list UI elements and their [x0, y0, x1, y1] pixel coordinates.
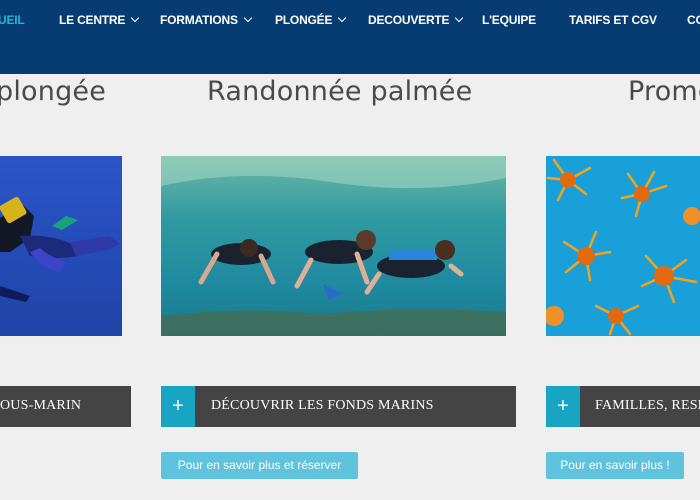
main-navigation: UEIL LE CENTRE FORMATIONS PLONGÉE DECOUV… — [0, 0, 700, 74]
card-title-plongee: plongée — [0, 76, 107, 107]
snorkelers-image[interactable] — [161, 156, 506, 336]
card-bar-randonnee-palmee[interactable]: + DÉCOUVRIR LES FONDS MARINS — [161, 386, 516, 427]
nav-item-label: DECOUVERTE — [368, 13, 450, 27]
plus-icon[interactable]: + — [546, 386, 580, 427]
nav-item-le-centre[interactable]: LE CENTRE — [59, 13, 140, 27]
chevron-down-icon — [130, 13, 140, 23]
plus-icon[interactable]: + — [161, 386, 195, 427]
card-bar-label: OUS-MARIN — [0, 398, 82, 413]
more-info-book-button[interactable]: Pour en savoir plus et réserver — [161, 452, 358, 479]
more-info-button[interactable]: Pour en savoir plus ! — [546, 452, 684, 479]
nav-item-accueil[interactable]: UEIL — [0, 13, 25, 27]
nav-item-plongee[interactable]: PLONGÉE — [275, 13, 347, 27]
nav-item-contact[interactable]: CO — [687, 13, 700, 27]
nav-item-label: LE CENTRE — [59, 13, 126, 27]
card-bar-label: DÉCOUVRIR LES FONDS MARINS — [211, 398, 434, 413]
chevron-down-icon — [243, 13, 253, 23]
card-title-promenade: Prome — [628, 76, 700, 107]
card-bar-familles[interactable]: + FAMILLES, RESE — [546, 386, 700, 427]
card-bar-label: FAMILLES, RESE — [595, 398, 700, 413]
nav-item-equipe[interactable]: L'EQUIPE — [482, 13, 536, 27]
nav-item-formations[interactable]: FORMATIONS — [160, 13, 253, 27]
chevron-down-icon — [338, 13, 347, 23]
card-title-randonnee-palmee: Randonnée palmée — [207, 76, 473, 107]
scuba-diver-image[interactable] — [0, 156, 122, 336]
nav-item-label: PLONGÉE — [275, 13, 333, 27]
chevron-down-icon — [455, 13, 464, 23]
coral-image[interactable] — [546, 156, 700, 336]
nav-item-tarifs[interactable]: TARIFS ET CGV — [569, 13, 657, 27]
nav-item-decouverte[interactable]: DECOUVERTE — [368, 13, 464, 27]
card-bar-plongee[interactable]: OUS-MARIN — [0, 386, 131, 427]
nav-item-label: FORMATIONS — [160, 13, 238, 27]
